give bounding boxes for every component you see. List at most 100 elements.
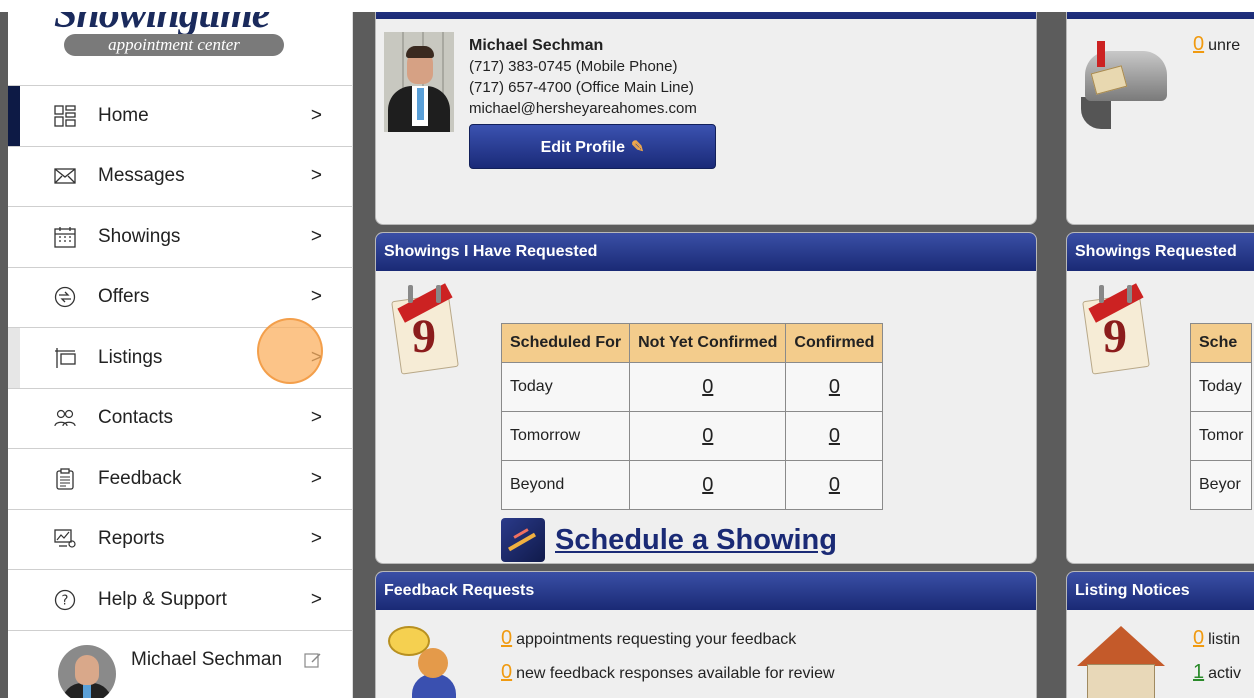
showings-table: Scheduled For Not Yet Confirmed Confirme… xyxy=(500,323,884,510)
edit-profile-button[interactable]: Edit Profile ✎ xyxy=(469,124,716,169)
profile-info: Michael Sechman (717) 383-0745 (Mobile P… xyxy=(469,35,697,119)
table-row: Today xyxy=(1189,362,1253,412)
house-icon xyxy=(1077,626,1167,698)
feedback-requests-count-link[interactable]: 0 xyxy=(501,627,512,649)
top-strip xyxy=(0,0,1254,12)
table-header-row: Scheduled For Not Yet Confirmed Confirme… xyxy=(500,323,884,363)
app-window: Showingtime appointment center Home > Me… xyxy=(0,0,1254,698)
confirmed-count-link[interactable]: 0 xyxy=(785,460,884,510)
feedback-responses-count-link[interactable]: 0 xyxy=(501,661,512,683)
chevron-right-icon: > xyxy=(310,528,322,550)
not-confirmed-count-link[interactable]: 0 xyxy=(629,362,787,412)
edit-profile-label: Edit Profile xyxy=(540,139,626,156)
help-question-icon: ? xyxy=(54,589,76,610)
listing-sign-icon xyxy=(55,347,76,368)
sidebar-item-label: Showings xyxy=(98,225,181,247)
reports-monitor-icon xyxy=(54,529,76,548)
user-name: Michael Sechman xyxy=(131,648,283,670)
not-confirmed-count-link[interactable]: 0 xyxy=(629,411,787,461)
showings-on-listings-panel: Showings Requested 9 Sche Today Tomor Be… xyxy=(1066,232,1254,564)
sidebar-item-help[interactable]: ? Help & Support > xyxy=(8,570,352,631)
edit-icon[interactable] xyxy=(304,651,322,669)
profile-office-phone: (717) 657-4700 (Office Main Line) xyxy=(469,79,694,96)
sidebar-item-label: Home xyxy=(98,104,149,126)
sidebar-item-label: Reports xyxy=(98,528,165,550)
schedule-icon xyxy=(501,518,545,562)
table-row: Beyond 0 0 xyxy=(500,460,884,510)
profile-photo xyxy=(384,32,454,132)
active-listing-text: activ xyxy=(1208,665,1242,682)
mailbox-icon xyxy=(1075,41,1171,131)
column-header: Sche xyxy=(1189,323,1253,363)
listing-notice-count-link[interactable]: 0 xyxy=(1193,627,1204,649)
table-row: Tomor xyxy=(1189,411,1253,461)
offer-arrow-icon xyxy=(54,287,76,308)
panel-title: Showings Requested xyxy=(1067,233,1254,271)
feedback-line-text: appointments requesting your feedback xyxy=(516,631,797,648)
chevron-right-icon: > xyxy=(310,165,322,187)
sidebar-item-label: Contacts xyxy=(98,407,173,429)
unread-count-link[interactable]: 0 xyxy=(1193,33,1204,55)
table-row: Beyor xyxy=(1189,460,1253,510)
profile-mobile-phone: (717) 383-0745 (Mobile Phone) xyxy=(469,58,678,75)
my-profile-panel: My Profile Michael Sechman (717) 383-074… xyxy=(375,0,1037,225)
pencil-icon: ✎ xyxy=(631,139,645,156)
brand-logo[interactable]: Showingtime appointment center xyxy=(8,12,352,86)
profile-name: Michael Sechman xyxy=(469,37,604,54)
messages-panel: Messages 0unre xyxy=(1066,0,1254,225)
contacts-people-icon xyxy=(54,410,76,427)
profile-email: michael@hersheyareahomes.com xyxy=(469,100,697,117)
sidebar-item-reports[interactable]: Reports > xyxy=(8,510,352,570)
chevron-right-icon: > xyxy=(310,104,322,126)
confirmed-count-link[interactable]: 0 xyxy=(785,362,884,412)
schedule-showing-label: Schedule a Showing xyxy=(555,523,837,556)
confirmed-count-link[interactable]: 0 xyxy=(785,411,884,461)
schedule-showing-link[interactable]: Schedule a Showing xyxy=(501,518,837,562)
chevron-right-icon: > xyxy=(310,225,322,247)
calendar-icon: 9 xyxy=(390,283,460,375)
panel-title: Showings I Have Requested xyxy=(376,233,1036,271)
active-listing-line: 1 activ xyxy=(1193,661,1241,684)
unread-messages-line: 0 unre xyxy=(1193,33,1240,56)
panel-title: Listing Notices xyxy=(1067,572,1254,610)
row-label: Today xyxy=(500,362,631,412)
sidebar-item-showings[interactable]: Showings > xyxy=(8,207,352,268)
row-label: Tomorrow xyxy=(500,411,631,461)
calendar-icon xyxy=(54,226,76,248)
user-account[interactable]: Michael Sechman xyxy=(8,631,352,698)
listing-showings-table: Sche Today Tomor Beyor xyxy=(1189,323,1253,510)
not-confirmed-count-link[interactable]: 0 xyxy=(629,460,787,510)
unread-text: unre xyxy=(1208,37,1241,54)
home-grid-icon xyxy=(54,105,76,127)
row-label: Today xyxy=(1189,362,1253,412)
clipboard-icon xyxy=(56,468,74,490)
listing-notice-line: 0 listin xyxy=(1193,627,1240,650)
panel-title: Feedback Requests xyxy=(376,572,1036,610)
sidebar-item-messages[interactable]: Messages > xyxy=(8,147,352,207)
chevron-right-icon: > xyxy=(310,588,322,610)
feedback-line-text: new feedback responses available for rev… xyxy=(516,665,835,682)
sidebar-item-label: Messages xyxy=(98,165,185,187)
column-header: Not Yet Confirmed xyxy=(629,323,787,363)
sidebar-item-label: Listings xyxy=(98,346,163,368)
table-row: Today 0 0 xyxy=(500,362,884,412)
sidebar-item-label: Help & Support xyxy=(98,588,227,610)
active-listing-count-link[interactable]: 1 xyxy=(1193,661,1204,683)
sidebar: Showingtime appointment center Home > Me… xyxy=(8,12,353,698)
click-indicator xyxy=(257,318,323,384)
sidebar-item-label: Offers xyxy=(98,286,150,308)
sidebar-item-feedback[interactable]: Feedback > xyxy=(8,449,352,510)
showings-requested-panel: Showings I Have Requested 9 Scheduled Fo… xyxy=(375,232,1037,564)
envelope-icon xyxy=(54,168,76,184)
column-header: Confirmed xyxy=(785,323,884,363)
chevron-right-icon: > xyxy=(310,407,322,429)
sidebar-item-home[interactable]: Home > xyxy=(8,86,352,147)
sidebar-item-contacts[interactable]: Contacts > xyxy=(8,389,352,449)
feedback-requests-panel: Feedback Requests 0 appointments requesti… xyxy=(375,571,1037,698)
calendar-day: 9 xyxy=(1103,310,1127,363)
row-label: Beyor xyxy=(1189,460,1253,510)
feedback-line-responses: 0 new feedback responses available for re… xyxy=(501,661,835,684)
avatar xyxy=(58,644,116,698)
logo-sub-text: appointment center xyxy=(64,34,284,56)
column-header: Scheduled For xyxy=(500,323,631,363)
